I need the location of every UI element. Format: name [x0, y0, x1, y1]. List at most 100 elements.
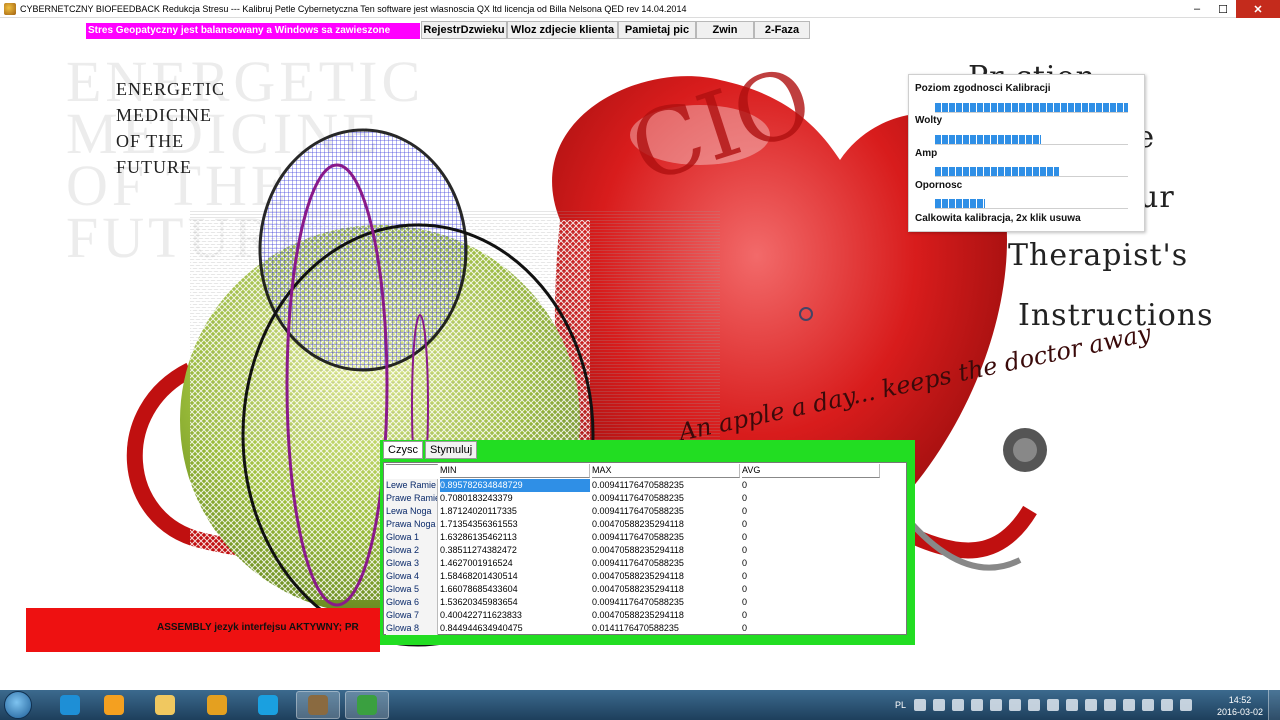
chrome-icon[interactable] — [195, 691, 239, 719]
two-phase-button[interactable]: 2-Faza — [754, 21, 810, 39]
calibration-panel: Poziom zgodnosci Kalibracji Wolty Amp Op… — [908, 74, 1145, 232]
row-label[interactable]: Prawa Noga — [386, 518, 438, 531]
minimize-button[interactable]: – — [1184, 0, 1210, 18]
table-cell[interactable]: 0.00941176470588235 — [592, 557, 740, 570]
row-label[interactable]: Glowa 7 — [386, 609, 438, 622]
green-app-icon[interactable] — [345, 691, 389, 719]
language-indicator[interactable]: PL — [895, 700, 906, 710]
resistance-bar — [935, 199, 1128, 209]
window-title: CYBERNETCZNY BIOFEEDBACK Redukcja Stresu… — [20, 3, 687, 14]
tray-icon[interactable] — [952, 699, 965, 711]
row-label[interactable]: Glowa 3 — [386, 557, 438, 570]
table-cell[interactable]: 1.66078685433604 — [440, 583, 590, 596]
table-cell[interactable]: 1.58468201430514 — [440, 570, 590, 583]
table-cell[interactable]: 0 — [742, 505, 880, 518]
table-cell[interactable]: 0 — [742, 596, 880, 609]
tray-icon[interactable] — [933, 699, 946, 711]
ie-icon[interactable] — [48, 691, 92, 719]
start-button[interactable] — [4, 691, 32, 719]
row-label[interactable]: Glowa 8 — [386, 622, 438, 635]
table-cell[interactable]: 0 — [742, 492, 880, 505]
tray-icon[interactable] — [990, 699, 1003, 711]
measurement-tabs: Czysc Stymuluj — [383, 441, 479, 459]
tray-icon[interactable] — [1085, 699, 1098, 711]
energetic-medicine-heading: ENERGETIC MEDICINE OF THE FUTURE — [116, 79, 225, 177]
biofeedback-app-icon[interactable] — [296, 691, 340, 719]
sound-register-button[interactable]: RejestrDzwieku — [421, 21, 507, 39]
explorer-icon[interactable] — [143, 691, 187, 719]
table-cell[interactable]: 1.87124020117335 — [440, 505, 590, 518]
table-cell[interactable]: 1.71354356361553 — [440, 518, 590, 531]
row-label[interactable]: Glowa 1 — [386, 531, 438, 544]
tray-icon[interactable] — [1047, 699, 1060, 711]
table-cell[interactable]: 0 — [742, 570, 880, 583]
close-button[interactable]: ✕ — [1236, 0, 1280, 18]
table-cell[interactable]: 0.00941176470588235 — [592, 505, 740, 518]
table-cell[interactable]: 0 — [742, 583, 880, 596]
table-cell[interactable]: 0.00941176470588235 — [592, 479, 740, 492]
row-label[interactable]: Lewa Noga — [386, 505, 438, 518]
table-cell[interactable]: 0.00470588235294118 — [592, 570, 740, 583]
network-icon[interactable] — [1180, 699, 1193, 711]
table-cell[interactable]: 0.7080183243379 — [440, 492, 590, 505]
row-label[interactable]: Glowa 2 — [386, 544, 438, 557]
maximize-button[interactable]: ☐ — [1210, 0, 1236, 18]
tab-clear[interactable]: Czysc — [383, 441, 423, 459]
show-desktop-button[interactable] — [1268, 690, 1280, 720]
table-cell[interactable]: 0 — [742, 544, 880, 557]
table-cell[interactable]: 0 — [742, 531, 880, 544]
table-cell[interactable]: 0 — [742, 622, 880, 635]
window-controls: – ☐ ✕ — [1184, 0, 1280, 18]
table-cell[interactable]: 0.00941176470588235 — [592, 531, 740, 544]
insert-client-photo-button[interactable]: Wloz zdjecie klienta — [507, 21, 618, 39]
table-cell[interactable]: 0 — [742, 479, 880, 492]
table-cell[interactable]: 0.00941176470588235 — [592, 492, 740, 505]
header-name[interactable] — [386, 464, 438, 465]
measurement-table[interactable]: MIN MAX AVG Lewe Ramie 0.895782634848729 0.00… — [383, 462, 907, 635]
tray-icon[interactable] — [971, 699, 984, 711]
table-cell[interactable]: 0.895782634848729 — [440, 479, 590, 492]
tray-icon[interactable] — [1123, 699, 1136, 711]
header-max[interactable]: MAX — [592, 464, 740, 478]
table-cell[interactable]: 0 — [742, 557, 880, 570]
table-cell[interactable]: 1.63286135462113 — [440, 531, 590, 544]
row-label[interactable]: Glowa 4 — [386, 570, 438, 583]
table-cell[interactable]: 0.00470588235294118 — [592, 544, 740, 557]
skype-icon-glyph — [258, 695, 278, 715]
table-cell[interactable]: 0.00470588235294118 — [592, 609, 740, 622]
taskbar: PL 14:52 2016-03-02 — [0, 690, 1280, 720]
row-label[interactable]: Prawe Ramie — [386, 492, 438, 505]
row-label[interactable]: Glowa 5 — [386, 583, 438, 596]
row-label[interactable]: Glowa 6 — [386, 596, 438, 609]
table-cell[interactable]: 0.400422711623833 — [440, 609, 590, 622]
calibration-title: Poziom zgodnosci Kalibracji — [915, 83, 1051, 94]
table-cell[interactable]: 0.00941176470588235 — [592, 596, 740, 609]
header-min[interactable]: MIN — [440, 464, 590, 478]
table-cell[interactable]: 0.00470588235294118 — [592, 518, 740, 531]
table-cell[interactable]: 0.00470588235294118 — [592, 583, 740, 596]
volume-icon[interactable] — [1161, 699, 1174, 711]
table-cell[interactable]: 0.0141176470588235 — [592, 622, 740, 635]
tray-icon[interactable] — [1104, 699, 1117, 711]
row-label[interactable]: Lewe Ramie — [386, 479, 438, 492]
tray-icon[interactable] — [1028, 699, 1041, 711]
table-cell[interactable]: 1.4627001916524 — [440, 557, 590, 570]
tab-stimulate[interactable]: Stymuluj — [424, 441, 478, 459]
clock-time: 14:52 — [1228, 695, 1252, 705]
tray-icon[interactable] — [914, 699, 927, 711]
tray-icon[interactable] — [1009, 699, 1022, 711]
table-cell[interactable]: 0 — [742, 518, 880, 531]
header-avg[interactable]: AVG — [742, 464, 880, 478]
tray-icon[interactable] — [1066, 699, 1079, 711]
total-calibration-label[interactable]: Calkowita kalibracja, 2x klik usuwa — [915, 213, 1081, 224]
table-cell[interactable]: 0 — [742, 609, 880, 622]
table-cell[interactable]: 0.844944634940475 — [440, 622, 590, 635]
table-cell[interactable]: 1.53620345983654 — [440, 596, 590, 609]
clock[interactable]: 14:52 2016-03-02 — [1214, 694, 1266, 718]
table-cell[interactable]: 0.38511274382472 — [440, 544, 590, 557]
remember-pic-button[interactable]: Pamietaj pic — [618, 21, 696, 39]
skype-icon[interactable] — [246, 691, 290, 719]
collapse-button[interactable]: Zwin — [696, 21, 754, 39]
tray-icon[interactable] — [1142, 699, 1155, 711]
media-player-icon[interactable] — [92, 691, 136, 719]
